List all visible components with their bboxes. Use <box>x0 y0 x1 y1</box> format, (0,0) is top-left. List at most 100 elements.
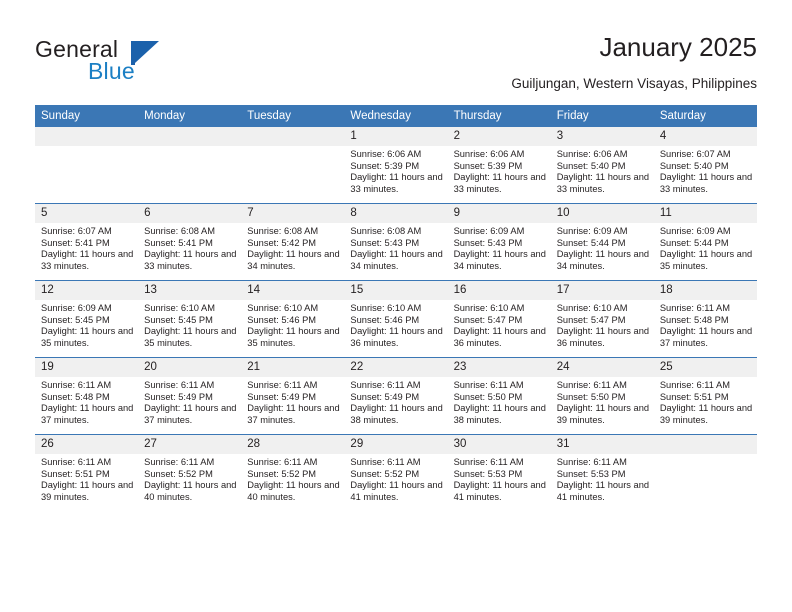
weekday-header-sunday: Sunday <box>35 105 139 127</box>
sunset-text: Sunset: 5:44 PM <box>556 237 626 248</box>
calendar-day-cell-empty <box>35 127 139 204</box>
sunrise-text: Sunrise: 6:11 AM <box>350 457 421 467</box>
daylight-text: Daylight: 11 hours and 33 minutes. <box>350 172 443 195</box>
sunset-text: Sunset: 5:52 PM <box>144 468 213 479</box>
page-title: January 2025 <box>599 32 757 62</box>
sunrise-text: Sunrise: 6:10 AM <box>453 303 525 313</box>
day-details: Sunrise: 6:09 AM Sunset: 5:45 PM Daylight:… <box>35 300 138 350</box>
sunset-text: Sunset: 5:48 PM <box>41 391 110 402</box>
calendar-day-cell[interactable]: 29 Sunrise: 6:11 AM Sunset: 5:52 PM Dayligh… <box>344 434 448 511</box>
calendar-day-cell[interactable]: 13 Sunrise: 6:10 AM Sunset: 5:45 PM Dayligh… <box>138 280 242 358</box>
sunset-text: Sunset: 5:52 PM <box>350 468 420 479</box>
day-number: 7 <box>241 204 345 223</box>
calendar-day-cell[interactable]: 6 Sunrise: 6:08 AM Sunset: 5:41 PM Daylight… <box>138 203 242 281</box>
daylight-text: Daylight: 11 hours and 39 minutes. <box>556 403 650 426</box>
calendar-day-cell[interactable]: 14 Sunrise: 6:10 AM Sunset: 5:46 PM Dayligh… <box>241 280 345 358</box>
day-number: 11 <box>653 204 757 223</box>
sunset-text: Sunset: 5:42 PM <box>247 237 317 248</box>
calendar-day-cell[interactable]: 8 Sunrise: 6:08 AM Sunset: 5:43 PM Daylight… <box>344 203 448 281</box>
daylight-text: Daylight: 11 hours and 33 minutes. <box>556 172 650 195</box>
calendar-day-cell[interactable]: 28 Sunrise: 6:11 AM Sunset: 5:52 PM Dayligh… <box>241 434 345 511</box>
daylight-text: Daylight: 11 hours and 36 minutes. <box>556 326 650 349</box>
sunrise-text: Sunrise: 6:11 AM <box>144 380 215 390</box>
day-number <box>138 127 242 146</box>
calendar-day-cell[interactable]: 24 Sunrise: 6:11 AM Sunset: 5:50 PM Dayligh… <box>550 357 654 435</box>
calendar-day-cell[interactable]: 20 Sunrise: 6:11 AM Sunset: 5:49 PM Dayligh… <box>138 357 242 435</box>
sunset-text: Sunset: 5:53 PM <box>556 468 626 479</box>
calendar-week-row: 5 Sunrise: 6:07 AM Sunset: 5:41 PM Daylight… <box>35 203 757 281</box>
daylight-text: Daylight: 11 hours and 37 minutes. <box>41 403 134 426</box>
sunrise-text: Sunrise: 6:10 AM <box>556 303 628 313</box>
calendar-day-cell[interactable]: 22 Sunrise: 6:11 AM Sunset: 5:49 PM Dayligh… <box>344 357 448 435</box>
calendar-day-cell[interactable]: 7 Sunrise: 6:08 AM Sunset: 5:42 PM Daylight… <box>241 203 345 281</box>
day-details: Sunrise: 6:11 AM Sunset: 5:52 PM Daylight:… <box>138 454 241 504</box>
sunrise-text: Sunrise: 6:09 AM <box>453 226 525 236</box>
calendar-day-cell-empty <box>138 127 242 204</box>
sunset-text: Sunset: 5:40 PM <box>556 160 626 171</box>
sunrise-text: Sunrise: 6:11 AM <box>659 303 730 313</box>
calendar-day-cell[interactable]: 3 Sunrise: 6:06 AM Sunset: 5:40 PM Daylight… <box>550 127 654 204</box>
daylight-text: Daylight: 11 hours and 35 minutes. <box>144 326 237 349</box>
daylight-text: Daylight: 11 hours and 35 minutes. <box>659 249 753 272</box>
sunrise-text: Sunrise: 6:09 AM <box>556 226 628 236</box>
daylight-text: Daylight: 11 hours and 34 minutes. <box>556 249 650 272</box>
calendar-day-cell[interactable]: 18 Sunrise: 6:11 AM Sunset: 5:48 PM Dayligh… <box>653 280 757 358</box>
day-number: 29 <box>344 435 448 454</box>
sunrise-text: Sunrise: 6:08 AM <box>350 226 422 236</box>
day-number <box>35 127 139 146</box>
day-number: 28 <box>241 435 345 454</box>
weekday-header-monday: Monday <box>138 105 242 127</box>
calendar-day-cell[interactable]: 31 Sunrise: 6:11 AM Sunset: 5:53 PM Dayligh… <box>550 434 654 511</box>
daylight-text: Daylight: 11 hours and 34 minutes. <box>247 249 340 272</box>
daylight-text: Daylight: 11 hours and 33 minutes. <box>144 249 237 272</box>
calendar-day-cell[interactable]: 26 Sunrise: 6:11 AM Sunset: 5:51 PM Dayligh… <box>35 434 139 511</box>
day-details: Sunrise: 6:11 AM Sunset: 5:49 PM Daylight:… <box>241 377 344 427</box>
daylight-text: Daylight: 11 hours and 36 minutes. <box>453 326 546 349</box>
day-details: Sunrise: 6:11 AM Sunset: 5:51 PM Daylight:… <box>35 454 138 504</box>
day-number: 6 <box>138 204 242 223</box>
sunset-text: Sunset: 5:39 PM <box>453 160 523 171</box>
calendar-body: 1 Sunrise: 6:06 AM Sunset: 5:39 PM Daylight… <box>35 127 757 511</box>
calendar-day-cell[interactable]: 25 Sunrise: 6:11 AM Sunset: 5:51 PM Dayligh… <box>653 357 757 435</box>
calendar-day-cell[interactable]: 27 Sunrise: 6:11 AM Sunset: 5:52 PM Dayligh… <box>138 434 242 511</box>
calendar-day-cell[interactable]: 11 Sunrise: 6:09 AM Sunset: 5:44 PM Dayligh… <box>653 203 757 281</box>
calendar-day-cell[interactable]: 5 Sunrise: 6:07 AM Sunset: 5:41 PM Daylight… <box>35 203 139 281</box>
day-number: 23 <box>447 358 551 377</box>
calendar-day-cell[interactable]: 4 Sunrise: 6:07 AM Sunset: 5:40 PM Daylight… <box>653 127 757 204</box>
general-blue-logo[interactable]: General Blue <box>35 36 235 86</box>
calendar-day-cell[interactable]: 9 Sunrise: 6:09 AM Sunset: 5:43 PM Daylight… <box>447 203 551 281</box>
sunset-text: Sunset: 5:47 PM <box>556 314 626 325</box>
calendar-day-cell[interactable]: 19 Sunrise: 6:11 AM Sunset: 5:48 PM Dayligh… <box>35 357 139 435</box>
calendar-day-cell[interactable]: 21 Sunrise: 6:11 AM Sunset: 5:49 PM Dayligh… <box>241 357 345 435</box>
daylight-text: Daylight: 11 hours and 41 minutes. <box>556 480 650 503</box>
day-details: Sunrise: 6:11 AM Sunset: 5:52 PM Daylight:… <box>241 454 344 504</box>
calendar-day-cell[interactable]: 15 Sunrise: 6:10 AM Sunset: 5:46 PM Dayligh… <box>344 280 448 358</box>
calendar-day-cell[interactable]: 2 Sunrise: 6:06 AM Sunset: 5:39 PM Daylight… <box>447 127 551 204</box>
calendar-day-cell[interactable]: 23 Sunrise: 6:11 AM Sunset: 5:50 PM Dayligh… <box>447 357 551 435</box>
day-details: Sunrise: 6:09 AM Sunset: 5:43 PM Daylight:… <box>448 223 551 273</box>
sunrise-text: Sunrise: 6:10 AM <box>247 303 319 313</box>
daylight-text: Daylight: 11 hours and 36 minutes. <box>350 326 443 349</box>
flag-icon <box>131 41 159 65</box>
sunrise-text: Sunrise: 6:11 AM <box>556 380 627 390</box>
day-details: Sunrise: 6:07 AM Sunset: 5:41 PM Daylight:… <box>35 223 138 273</box>
sunset-text: Sunset: 5:51 PM <box>659 391 729 402</box>
day-number: 14 <box>241 281 345 300</box>
daylight-text: Daylight: 11 hours and 39 minutes. <box>41 480 134 503</box>
day-details: Sunrise: 6:09 AM Sunset: 5:44 PM Daylight:… <box>551 223 654 273</box>
calendar-day-cell[interactable]: 12 Sunrise: 6:09 AM Sunset: 5:45 PM Dayligh… <box>35 280 139 358</box>
flag-triangle-shape <box>135 41 159 63</box>
sunset-text: Sunset: 5:50 PM <box>453 391 523 402</box>
calendar-day-cell[interactable]: 30 Sunrise: 6:11 AM Sunset: 5:53 PM Dayligh… <box>447 434 551 511</box>
sunset-text: Sunset: 5:49 PM <box>350 391 420 402</box>
day-number: 24 <box>550 358 654 377</box>
sunrise-text: Sunrise: 6:06 AM <box>556 149 628 159</box>
day-details: Sunrise: 6:08 AM Sunset: 5:41 PM Daylight:… <box>138 223 241 273</box>
calendar-day-cell[interactable]: 1 Sunrise: 6:06 AM Sunset: 5:39 PM Daylight… <box>344 127 448 204</box>
calendar-day-cell[interactable]: 17 Sunrise: 6:10 AM Sunset: 5:47 PM Dayligh… <box>550 280 654 358</box>
calendar-day-cell[interactable]: 10 Sunrise: 6:09 AM Sunset: 5:44 PM Dayligh… <box>550 203 654 281</box>
day-number: 3 <box>550 127 654 146</box>
day-number: 10 <box>550 204 654 223</box>
calendar-day-cell[interactable]: 16 Sunrise: 6:10 AM Sunset: 5:47 PM Dayligh… <box>447 280 551 358</box>
day-number: 9 <box>447 204 551 223</box>
